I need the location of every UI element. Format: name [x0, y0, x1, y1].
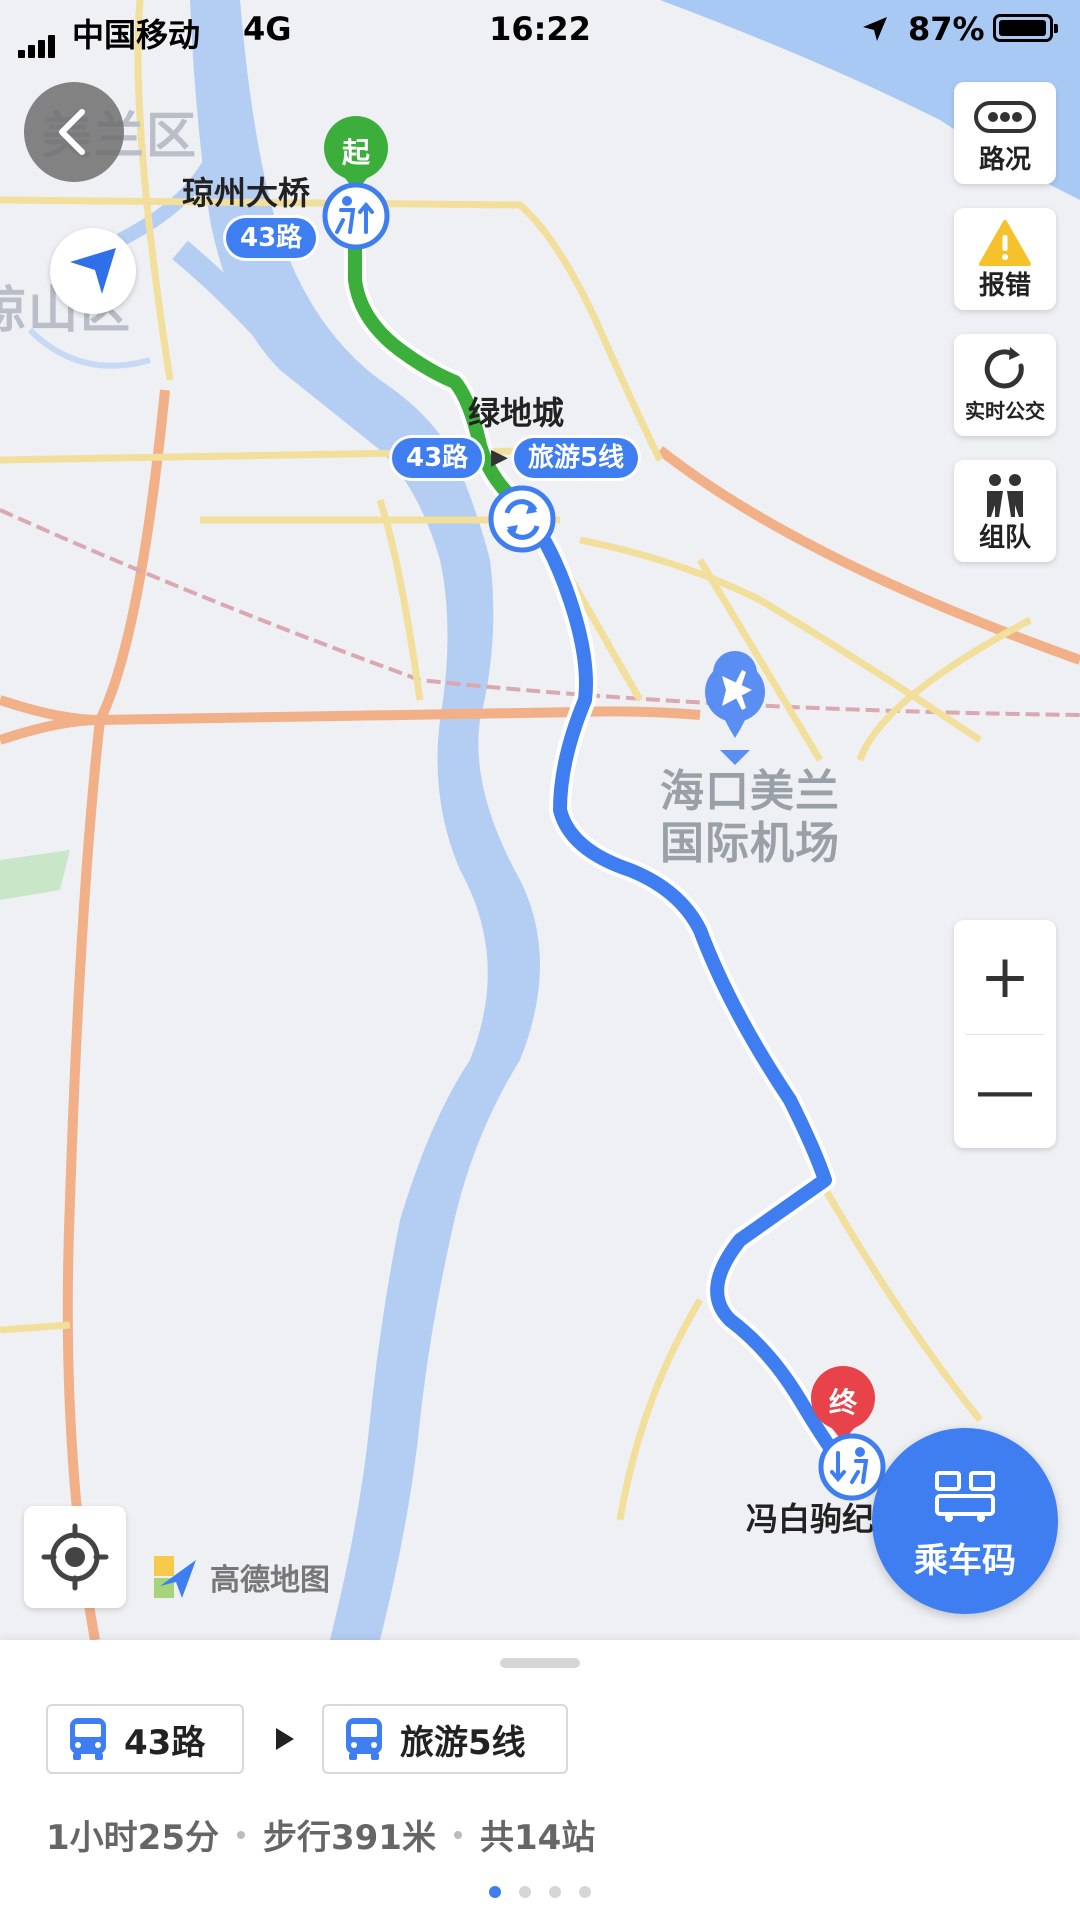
screen: 美兰区 琼山区 起 终 琼州大桥 43路 绿地城 43路 ▶ 旅游5线 海口美兰…: [0, 0, 1080, 1920]
realtime-bus-button[interactable]: 实时公交: [954, 334, 1056, 436]
zoom-control: + —: [954, 920, 1056, 1148]
start-stop-icon: [322, 182, 390, 250]
crosshair-icon: [41, 1523, 109, 1591]
traffic-label: 路况: [978, 145, 1031, 175]
people-icon: [987, 474, 1023, 517]
battery-icon: [993, 14, 1058, 42]
ride-code-label: 乘车码: [914, 1541, 1016, 1581]
separator-dot: [236, 1830, 245, 1839]
transfer-stop-label: 绿地城: [468, 394, 565, 432]
transfer-from-tag[interactable]: 43路: [392, 438, 483, 478]
start-marker-label: 起: [341, 136, 370, 169]
route-duration: 1小时25分: [46, 1818, 219, 1858]
page-dot[interactable]: [549, 1886, 561, 1898]
team-button[interactable]: 组队: [954, 460, 1056, 562]
transfer-stop-icon: [488, 485, 556, 553]
page-dot[interactable]: [579, 1886, 591, 1898]
airport-label-line-2: 国际机场: [660, 818, 840, 869]
route-summary-sheet[interactable]: 43路 旅游5线 1小时25分 步行391米 共14站: [0, 1640, 1080, 1920]
team-label: 组队: [978, 523, 1031, 553]
route-walk-distance: 步行391米: [262, 1818, 436, 1858]
status-bar: 中国移动 4G 16:22 87%: [0, 0, 1080, 60]
report-error-label: 报错: [978, 271, 1031, 301]
locate-me-button[interactable]: [24, 1506, 126, 1608]
refresh-icon: [984, 347, 1024, 389]
route-segment-name-1: 43路: [124, 1722, 206, 1763]
navigation-button[interactable]: [50, 228, 136, 314]
end-stop-label: 冯白驹纪: [746, 1500, 875, 1538]
amap-logo-icon: [154, 1556, 196, 1598]
airport-label-line-1: 海口美兰: [660, 766, 840, 817]
chevron-left-icon: [59, 109, 85, 155]
route-stats: 1小时25分 步行391米 共14站: [46, 1810, 595, 1859]
traffic-button[interactable]: 路况: [954, 82, 1056, 184]
end-marker-label: 终: [828, 1386, 857, 1419]
route-segment-chip-2[interactable]: 旅游5线: [322, 1704, 568, 1774]
map-logo-text: 高德地图: [210, 1563, 330, 1598]
airport-pin-icon: [705, 651, 765, 765]
route-stop-count: 共14站: [479, 1818, 596, 1858]
warning-icon: [979, 220, 1031, 266]
back-button[interactable]: [24, 82, 124, 182]
report-error-button[interactable]: 报错: [954, 208, 1056, 310]
navigation-arrow-icon: [70, 248, 116, 294]
transfer-to-tag[interactable]: 旅游5线: [514, 438, 639, 478]
start-stop-label: 琼州大桥: [182, 174, 311, 212]
page-dot[interactable]: [519, 1886, 531, 1898]
battery-percent: 87%: [908, 10, 985, 48]
first-line-tag[interactable]: 43路: [226, 218, 317, 258]
traffic-dots-icon: [974, 101, 1036, 133]
page-dot[interactable]: [489, 1886, 501, 1898]
ride-code-button[interactable]: 乘车码: [872, 1428, 1058, 1614]
route-segment-name-2: 旅游5线: [400, 1722, 526, 1763]
transfer-arrow-icon: ▶: [491, 445, 508, 470]
route-segment-chip-1[interactable]: 43路: [46, 1704, 244, 1774]
zoom-in-button[interactable]: +: [954, 920, 1056, 1034]
segment-arrow-icon: [276, 1728, 294, 1750]
drag-handle[interactable]: [500, 1658, 580, 1668]
bus-icon: [346, 1718, 382, 1760]
separator-dot: [453, 1830, 462, 1839]
qr-bus-icon: [935, 1471, 995, 1522]
zoom-out-button[interactable]: —: [954, 1034, 1056, 1148]
map-view[interactable]: 美兰区 琼山区 起 终 琼州大桥 43路 绿地城 43路 ▶ 旅游5线 海口美兰…: [0, 0, 1080, 1640]
airport-label: 海口美兰 国际机场: [660, 766, 840, 870]
page-indicator[interactable]: [0, 1886, 1080, 1898]
bus-icon: [70, 1718, 106, 1760]
location-arrow-icon: [863, 17, 887, 41]
map-logo: 高德地图: [150, 1552, 330, 1602]
realtime-bus-label: 实时公交: [965, 399, 1045, 423]
map-base: [0, 0, 1080, 1640]
